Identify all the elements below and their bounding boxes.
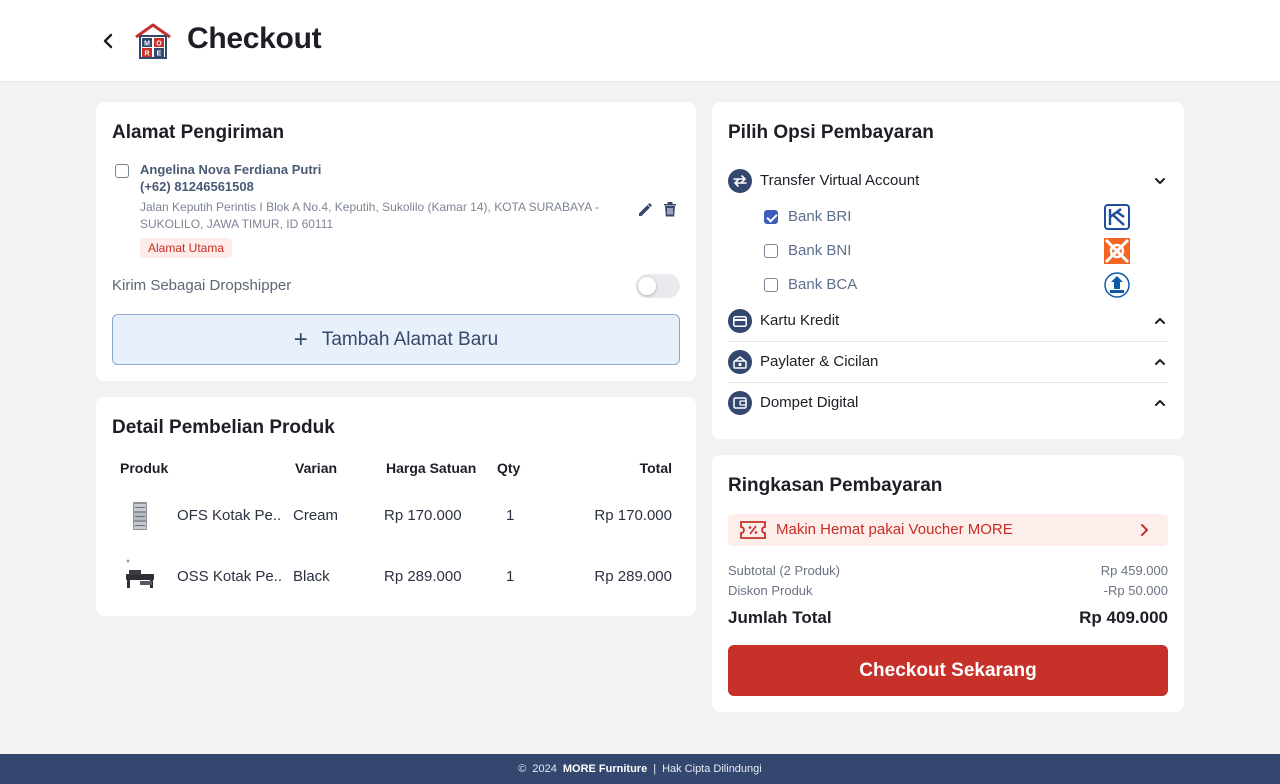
paylater-icon — [728, 350, 752, 374]
product-name[interactable]: OFS Kotak Pe.. — [177, 507, 281, 524]
product-price: Rp 170.000 — [384, 507, 462, 524]
bank-label: Bank BCA — [788, 276, 858, 293]
discount-value: -Rp 50.000 — [1103, 583, 1168, 598]
pencil-icon — [639, 203, 652, 216]
product-total: Rp 170.000 — [594, 507, 672, 524]
bank-checkbox[interactable] — [764, 278, 778, 292]
plus-icon: + — [293, 325, 308, 353]
payment-group-label: Paylater & Cicilan — [760, 353, 879, 370]
primary-address-badge: Alamat Utama — [140, 238, 233, 258]
payment-options-title: Pilih Opsi Pembayaran — [728, 122, 934, 143]
edit-address-button[interactable] — [636, 199, 656, 219]
recipient-phone: (+62) 81246561508 — [140, 179, 254, 194]
shipping-address-title: Alamat Pengiriman — [112, 122, 285, 143]
page-footer: © 2024 MORE Furniture | Hak Cipta Dilind… — [0, 754, 1280, 784]
total-label: Jumlah Total — [728, 608, 832, 627]
payment-options-card: Pilih Opsi Pembayaran Transfer Virtual A… — [712, 102, 1184, 439]
chevron-up-icon — [1155, 318, 1165, 324]
payment-group-digital-wallet[interactable]: Dompet Digital — [728, 389, 1168, 417]
chevron-left-icon — [103, 33, 113, 49]
copyright-icon: © — [518, 763, 527, 775]
total-value: Rp 409.000 — [1079, 608, 1168, 627]
dropshipper-toggle[interactable] — [636, 274, 680, 298]
credit-card-icon — [728, 309, 752, 333]
bank-label: Bank BRI — [788, 208, 852, 225]
product-price: Rp 289.000 — [384, 568, 462, 585]
footer-separator: | — [653, 763, 657, 775]
footer-rights: Hak Cipta Dilindungi — [662, 763, 762, 775]
shipping-address-card: Alamat Pengiriman Angelina Nova Ferdiana… — [96, 102, 696, 381]
column-header-qty: Qty — [497, 460, 521, 476]
column-header-total: Total — [639, 460, 672, 476]
svg-text:M: M — [144, 41, 150, 48]
bri-logo-icon — [1104, 204, 1130, 230]
bca-logo-icon — [1104, 272, 1130, 298]
svg-text:E: E — [157, 51, 162, 58]
bank-option-bca[interactable]: Bank BCA — [762, 272, 1130, 298]
column-header-price: Harga Satuan — [386, 460, 477, 476]
page-header: M O R E Checkout — [0, 0, 1280, 82]
payment-group-label: Dompet Digital — [760, 394, 859, 411]
payment-group-label: Transfer Virtual Account — [760, 172, 920, 189]
payment-group-virtual-account[interactable]: Transfer Virtual Account — [728, 167, 1168, 195]
payment-summary-card: Ringkasan Pembayaran Makin Hemat pakai V… — [712, 455, 1184, 712]
divider — [728, 382, 1168, 383]
payment-group-credit-card[interactable]: Kartu Kredit — [728, 307, 1168, 335]
product-qty: 1 — [506, 568, 515, 585]
chevron-down-icon — [1155, 178, 1165, 184]
recipient-name: Angelina Nova Ferdiana Putri — [140, 162, 322, 177]
dropshipper-label: Kirim Sebagai Dropshipper — [112, 277, 292, 294]
voucher-label: Makin Hemat pakai Voucher MORE — [776, 521, 1013, 538]
add-address-button[interactable]: + Tambah Alamat Baru — [112, 314, 680, 365]
product-thumbnail[interactable] — [122, 556, 158, 592]
product-thumbnail[interactable] — [122, 498, 158, 534]
product-variant: Cream — [293, 507, 339, 524]
bank-checkbox[interactable] — [764, 244, 778, 258]
payment-summary-title: Ringkasan Pembayaran — [728, 475, 943, 496]
wallet-icon — [728, 391, 752, 415]
bank-option-bri[interactable]: Bank BRI — [762, 204, 1130, 230]
product-total: Rp 289.000 — [594, 568, 672, 585]
column-header-product: Produk — [120, 460, 169, 476]
product-detail-title: Detail Pembelian Produk — [112, 417, 335, 438]
voucher-icon — [740, 521, 766, 539]
back-button[interactable] — [96, 28, 120, 54]
product-variant: Black — [293, 568, 330, 585]
bni-logo-icon — [1104, 238, 1130, 264]
payment-group-label: Kartu Kredit — [760, 312, 840, 329]
address-select-checkbox[interactable] — [115, 164, 129, 178]
more-logo[interactable]: M O R E — [133, 22, 173, 60]
product-name[interactable]: OSS Kotak Pe.. — [177, 568, 282, 585]
address-text: Jalan Keputih Perintis I Blok A No.4, Ke… — [140, 200, 599, 231]
subtotal-value: Rp 459.000 — [1100, 563, 1168, 578]
voucher-banner[interactable]: Makin Hemat pakai Voucher MORE — [728, 514, 1168, 546]
chevron-up-icon — [1155, 400, 1165, 406]
toggle-knob — [638, 277, 656, 295]
delete-address-button[interactable] — [660, 199, 680, 219]
footer-brand: MORE Furniture — [562, 763, 648, 775]
add-address-label: Tambah Alamat Baru — [321, 328, 499, 350]
bank-option-bni[interactable]: Bank BNI — [762, 238, 1130, 264]
payment-group-paylater[interactable]: Paylater & Cicilan — [728, 348, 1168, 376]
transfer-icon — [728, 169, 752, 193]
discount-label: Diskon Produk — [728, 583, 813, 598]
checkout-button[interactable]: Checkout Sekarang — [728, 645, 1168, 696]
trash-icon — [664, 202, 676, 217]
bank-checkbox[interactable] — [764, 210, 778, 224]
svg-text:R: R — [144, 51, 149, 58]
divider — [728, 341, 1168, 342]
page-title: Checkout — [187, 22, 322, 55]
footer-year: 2024 — [532, 763, 557, 775]
chevron-right-icon — [1141, 524, 1148, 536]
subtotal-label: Subtotal (2 Produk) — [728, 563, 841, 578]
bank-label: Bank BNI — [788, 242, 852, 259]
svg-text:O: O — [156, 41, 162, 48]
chevron-up-icon — [1155, 359, 1165, 365]
column-header-variant: Varian — [295, 460, 338, 476]
product-detail-card: Detail Pembelian Produk Produk Varian Ha… — [96, 397, 696, 616]
product-qty: 1 — [506, 507, 515, 524]
